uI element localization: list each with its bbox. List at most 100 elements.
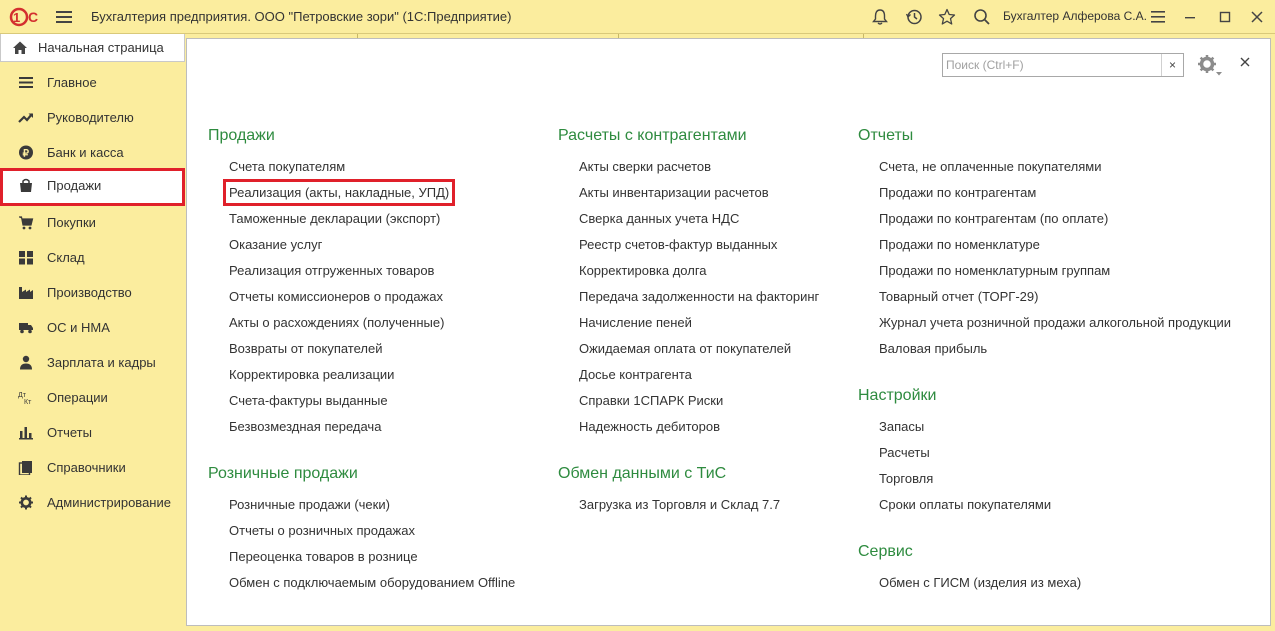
maximize-icon[interactable] bbox=[1216, 8, 1234, 26]
section-title-retail: Розничные продажи bbox=[208, 465, 358, 482]
link-settings-3[interactable]: Сроки оплаты покупателями bbox=[879, 497, 1051, 512]
sidebar-item-operations[interactable]: Дт Кт Операции bbox=[0, 380, 185, 415]
link-settlements-9[interactable]: Справки 1СПАРК Риски bbox=[579, 393, 723, 408]
sidebar-item-bank[interactable]: ₽ Банк и касса bbox=[0, 135, 185, 170]
link-settlements-2[interactable]: Сверка данных учета НДС bbox=[579, 211, 739, 226]
link-reports-5[interactable]: Товарный отчет (ТОРГ-29) bbox=[879, 289, 1038, 304]
sidebar-item-director[interactable]: Руководителю bbox=[0, 100, 185, 135]
svg-text:₽: ₽ bbox=[23, 149, 30, 160]
link-sales-4[interactable]: Реализация отгруженных товаров bbox=[229, 263, 434, 278]
link-reports-3[interactable]: Продажи по номенклатуре bbox=[879, 237, 1040, 252]
sidebar-item-label: ОС и НМА bbox=[47, 320, 110, 335]
link-sales-5[interactable]: Отчеты комиссионеров о продажах bbox=[229, 289, 443, 304]
link-reports-4[interactable]: Продажи по номенклатурным группам bbox=[879, 263, 1110, 278]
clear-search-button[interactable]: × bbox=[1161, 54, 1183, 76]
sidebar-item-administration[interactable]: Администрирование bbox=[0, 485, 185, 520]
link-reports-7[interactable]: Валовая прибыль bbox=[879, 341, 987, 356]
link-service-0[interactable]: Обмен с ГИСМ (изделия из меха) bbox=[879, 575, 1081, 590]
link-retail-3[interactable]: Обмен с подключаемым оборудованием Offli… bbox=[229, 575, 515, 590]
shopping-bag-icon bbox=[20, 178, 32, 192]
link-exchange-0[interactable]: Загрузка из Торговля и Склад 7.7 bbox=[579, 497, 780, 512]
link-sales-3[interactable]: Оказание услуг bbox=[229, 237, 322, 252]
sidebar-item-sales[interactable]: Продажи bbox=[0, 168, 185, 206]
sidebar-item-label: Отчеты bbox=[47, 425, 92, 440]
sidebar-item-salary[interactable]: Зарплата и кадры bbox=[0, 345, 185, 380]
sidebar-item-production[interactable]: Производство bbox=[0, 275, 185, 310]
link-settings-1[interactable]: Расчеты bbox=[879, 445, 930, 460]
link-settlements-10[interactable]: Надежность дебиторов bbox=[579, 419, 720, 434]
close-window-icon[interactable] bbox=[1248, 8, 1266, 26]
link-settings-0[interactable]: Запасы bbox=[879, 419, 924, 434]
hamburger-menu-icon[interactable] bbox=[56, 10, 72, 24]
sidebar-item-warehouse[interactable]: Склад bbox=[0, 240, 185, 275]
home-tab-label: Начальная страница bbox=[38, 40, 164, 55]
history-icon[interactable] bbox=[905, 8, 923, 26]
link-settlements-4[interactable]: Корректировка долга bbox=[579, 263, 707, 278]
sidebar-item-label: Главное bbox=[47, 75, 97, 90]
sidebar-item-label: Администрирование bbox=[47, 495, 171, 510]
link-settlements-7[interactable]: Ожидаемая оплата от покупателей bbox=[579, 341, 791, 356]
svg-text:С: С bbox=[28, 9, 38, 25]
sidebar-item-directories[interactable]: Справочники bbox=[0, 450, 185, 485]
link-retail-0[interactable]: Розничные продажи (чеки) bbox=[229, 497, 390, 512]
1c-logo-icon[interactable]: 1 С bbox=[9, 7, 45, 27]
truck-icon bbox=[19, 323, 33, 334]
link-settlements-0[interactable]: Акты сверки расчетов bbox=[579, 159, 711, 174]
ruble-coin-icon: ₽ bbox=[19, 145, 33, 160]
tab-home-page[interactable]: Начальная страница bbox=[0, 34, 185, 62]
search-input[interactable] bbox=[943, 54, 1159, 76]
sidebar-item-label: Руководителю bbox=[47, 110, 134, 125]
svg-text:Кт: Кт bbox=[24, 399, 32, 405]
sidebar-item-label: Склад bbox=[47, 250, 85, 265]
search-box[interactable]: × bbox=[942, 53, 1184, 77]
link-settlements-3[interactable]: Реестр счетов-фактур выданных bbox=[579, 237, 777, 252]
minimize-icon[interactable] bbox=[1181, 8, 1199, 26]
sidebar-item-purchases[interactable]: Покупки bbox=[0, 205, 185, 240]
link-sales-6[interactable]: Акты о расхождениях (полученные) bbox=[229, 315, 444, 330]
cart-icon bbox=[19, 216, 34, 230]
title-bar: 1 С Бухгалтерия предприятия. ООО "Петров… bbox=[0, 0, 1275, 34]
svg-text:1: 1 bbox=[13, 10, 20, 25]
close-panel-icon[interactable] bbox=[1239, 56, 1251, 68]
sidebar-item-label: Справочники bbox=[47, 460, 126, 475]
link-settlements-1[interactable]: Акты инвентаризации расчетов bbox=[579, 185, 769, 200]
person-icon bbox=[20, 355, 32, 370]
link-sales-2[interactable]: Таможенные декларации (экспорт) bbox=[229, 211, 440, 226]
link-sales-8[interactable]: Корректировка реализации bbox=[229, 367, 394, 382]
sidebar-item-reports[interactable]: Отчеты bbox=[0, 415, 185, 450]
link-settlements-6[interactable]: Начисление пеней bbox=[579, 315, 692, 330]
link-reports-6[interactable]: Журнал учета розничной продажи алкогольн… bbox=[879, 315, 1231, 330]
link-sales-9[interactable]: Счета-фактуры выданные bbox=[229, 393, 388, 408]
link-reports-2[interactable]: Продажи по контрагентам (по оплате) bbox=[879, 211, 1108, 226]
sidebar-item-label: Производство bbox=[47, 285, 132, 300]
link-retail-1[interactable]: Отчеты о розничных продажах bbox=[229, 523, 415, 538]
sidebar-item-main[interactable]: Главное bbox=[0, 65, 185, 100]
link-sales-7[interactable]: Возвраты от покупателей bbox=[229, 341, 383, 356]
sidebar-item-label: Банк и касса bbox=[47, 145, 124, 160]
section-title-settlements: Расчеты с контрагентами bbox=[558, 127, 747, 144]
link-settlements-8[interactable]: Досье контрагента bbox=[579, 367, 692, 382]
svg-text:Дт: Дт bbox=[18, 392, 27, 399]
section-title-exchange: Обмен данными с ТиС bbox=[558, 465, 727, 482]
link-settings-2[interactable]: Торговля bbox=[879, 471, 933, 486]
bell-icon[interactable] bbox=[871, 8, 889, 26]
search-icon[interactable] bbox=[973, 8, 991, 26]
link-reports-1[interactable]: Продажи по контрагентам bbox=[879, 185, 1036, 200]
link-retail-2[interactable]: Переоценка товаров в рознице bbox=[229, 549, 418, 564]
sales-section-panel: × Продажи Счета покупателям Реализация (… bbox=[186, 38, 1271, 626]
book-icon bbox=[18, 461, 32, 475]
link-sales-10[interactable]: Безвозмездная передача bbox=[229, 419, 381, 434]
settings-menu-icon[interactable] bbox=[1149, 8, 1167, 26]
star-favorite-icon[interactable] bbox=[938, 8, 956, 26]
factory-icon bbox=[19, 287, 33, 299]
home-icon bbox=[13, 41, 27, 54]
link-settlements-5[interactable]: Передача задолженности на факторинг bbox=[579, 289, 819, 304]
current-user[interactable]: Бухгалтер Алферова С.А. bbox=[1003, 9, 1147, 23]
panel-settings-gear-icon[interactable] bbox=[1195, 53, 1223, 77]
sidebar-item-label: Операции bbox=[47, 390, 108, 405]
link-sales-0[interactable]: Счета покупателям bbox=[229, 159, 345, 174]
link-sales-1-highlighted[interactable]: Реализация (акты, накладные, УПД) bbox=[222, 179, 456, 206]
sidebar-item-fixed-assets[interactable]: ОС и НМА bbox=[0, 310, 185, 345]
link-reports-0[interactable]: Счета, не оплаченные покупателями bbox=[879, 159, 1101, 174]
gear-icon bbox=[19, 495, 33, 510]
